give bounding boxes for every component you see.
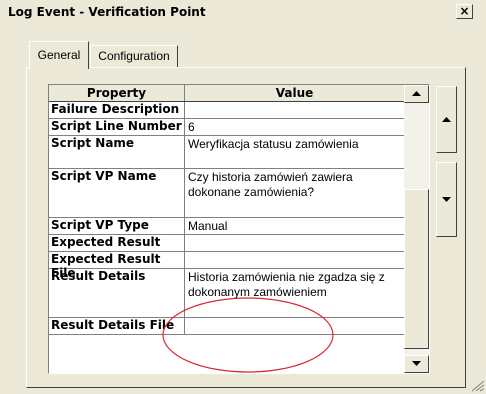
resize-grip-icon[interactable] (471, 380, 485, 392)
tab-general-label: General (37, 48, 81, 62)
triangle-down-icon (442, 197, 451, 202)
move-down-button[interactable] (436, 162, 457, 237)
tab-general[interactable]: General (29, 41, 89, 69)
highlight-ellipse-shape (162, 297, 334, 373)
log-event-dialog: Log Event - Verification Point × General… (0, 0, 486, 394)
move-up-button[interactable] (436, 86, 457, 153)
triangle-up-icon (442, 117, 451, 122)
